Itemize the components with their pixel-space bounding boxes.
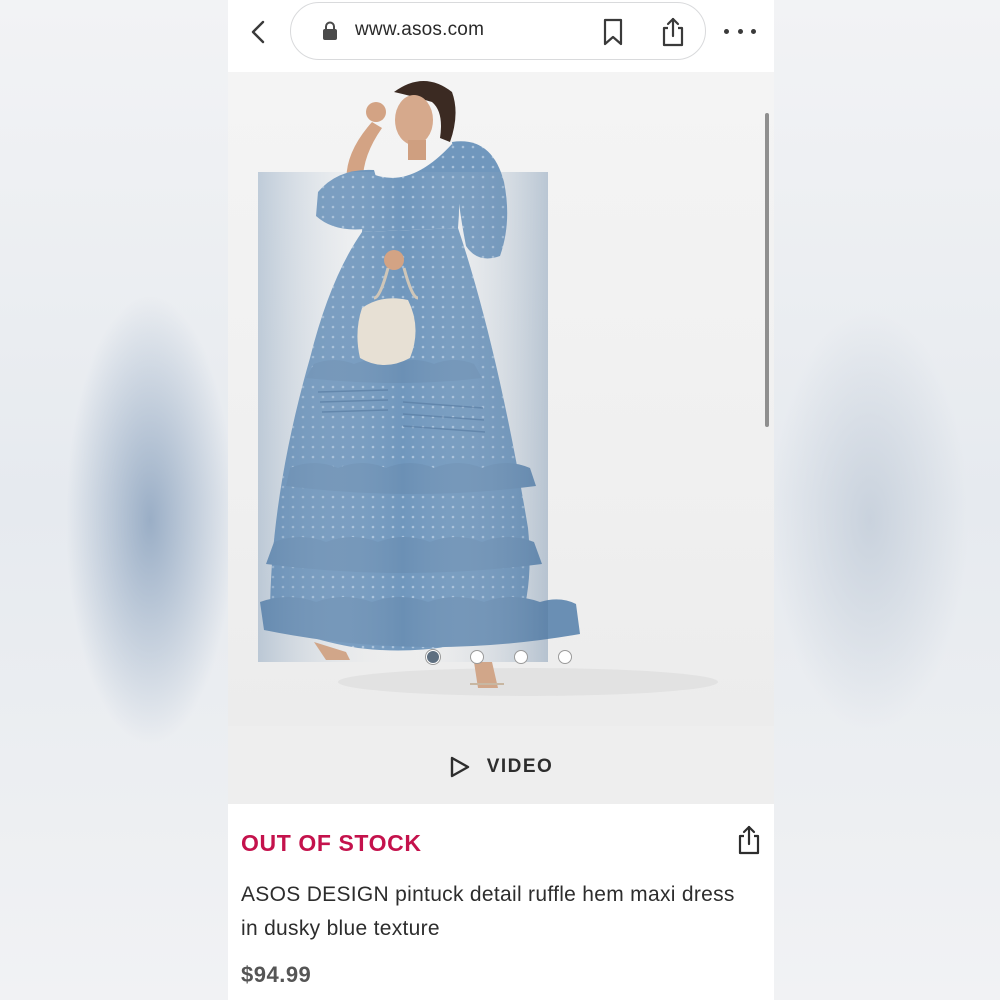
more-dot: [751, 28, 756, 34]
gallery-dot-3[interactable]: [514, 650, 528, 664]
more-horizontal-icon: [724, 28, 729, 34]
more-options-button[interactable]: [724, 20, 756, 42]
video-button-content: VIDEO: [449, 755, 554, 779]
gallery-dot-4[interactable]: [558, 650, 572, 664]
address-bar[interactable]: www.asos.com: [290, 2, 706, 60]
scrollbar[interactable]: [765, 113, 769, 427]
play-outline-icon: [450, 756, 469, 778]
video-label: VIDEO: [486, 756, 554, 777]
url-text: www.asos.com: [355, 19, 485, 40]
gallery-pagination: [426, 650, 576, 668]
more-dot: [737, 28, 743, 34]
product-details: OUT OF STOCK ASOS DESIGN pintuck detail …: [228, 804, 774, 1000]
lock-icon: [323, 21, 337, 40]
bookmark-button[interactable]: [599, 17, 627, 47]
product-title: ASOS DESIGN pintuck detail ruffle hem ma…: [241, 883, 735, 940]
phone-screen: www.asos.com VIDEO OUT OF STOCK ASOS DES…: [228, 0, 774, 1000]
bookmark-icon: [603, 18, 623, 46]
share-product-button[interactable]: [735, 824, 763, 856]
product-image-gallery[interactable]: [228, 72, 774, 726]
stock-status: OUT OF STOCK: [241, 830, 422, 856]
gallery-dot-2[interactable]: [470, 650, 484, 664]
gallery-dot-1[interactable]: [426, 650, 440, 664]
browser-toolbar: www.asos.com: [228, 0, 774, 72]
video-button[interactable]: VIDEO: [228, 726, 774, 804]
chevron-left-icon: [251, 20, 265, 44]
share-icon: [662, 17, 684, 47]
share-icon: [738, 825, 760, 855]
back-button[interactable]: [244, 18, 272, 46]
product-price: $94.99: [241, 962, 312, 987]
product-photo: [258, 81, 718, 696]
share-button[interactable]: [659, 16, 687, 48]
